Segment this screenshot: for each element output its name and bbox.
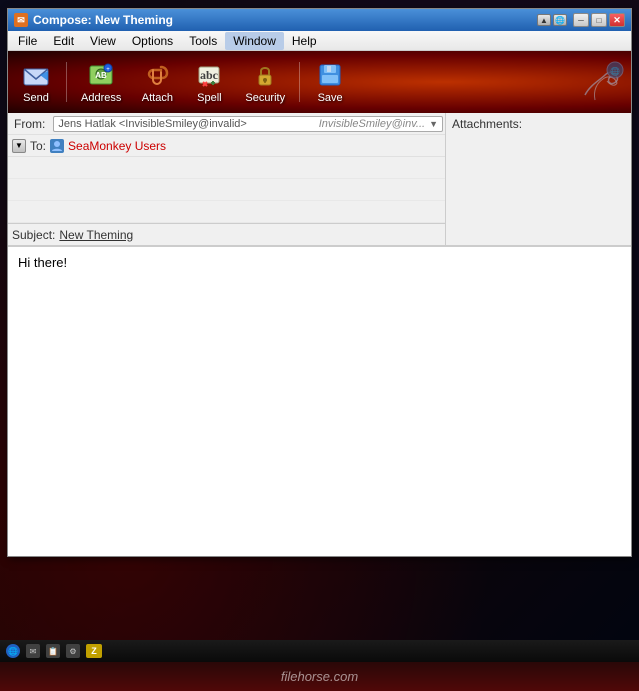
app-icon: ✉ bbox=[14, 13, 28, 27]
to-label: To: bbox=[30, 139, 50, 153]
compose-area: From: Jens Hatlak <InvisibleSmiley@inval… bbox=[8, 113, 631, 556]
svg-text:abc: abc bbox=[200, 68, 219, 82]
status-bar: 🌐 ✉ 📋 ⚙ Z bbox=[0, 640, 639, 662]
subject-row: Subject: New Theming bbox=[8, 223, 445, 245]
save-icon bbox=[316, 61, 344, 89]
close-button[interactable]: ✕ bbox=[609, 13, 625, 27]
recipient-name: SeaMonkey Users bbox=[68, 139, 166, 153]
fields-area: From: Jens Hatlak <InvisibleSmiley@inval… bbox=[8, 113, 446, 245]
globe-btn[interactable]: 🌐 bbox=[553, 14, 567, 26]
spell-button[interactable]: abc Spell bbox=[187, 58, 231, 107]
menu-bar: File Edit View Options Tools Window Help bbox=[8, 31, 631, 51]
to-recipient: SeaMonkey Users bbox=[50, 139, 166, 153]
from-dropdown[interactable]: Jens Hatlak <InvisibleSmiley@invalid> In… bbox=[53, 116, 443, 132]
toolbar-sep-2 bbox=[299, 62, 300, 102]
security-icon bbox=[251, 61, 279, 89]
from-row: From: Jens Hatlak <InvisibleSmiley@inval… bbox=[8, 113, 445, 135]
security-button[interactable]: Security bbox=[239, 58, 291, 107]
save-button[interactable]: Save bbox=[308, 58, 352, 107]
status-network-icon: 🌐 bbox=[6, 644, 20, 658]
send-icon bbox=[22, 61, 50, 89]
subject-label: Subject: bbox=[12, 228, 55, 242]
cc-row bbox=[8, 157, 445, 179]
subject-value[interactable]: New Theming bbox=[59, 228, 133, 242]
attach-label: Attach bbox=[142, 92, 173, 104]
status-docs-icon: 📋 bbox=[46, 644, 60, 658]
recipient-icon bbox=[50, 139, 64, 153]
from-dropdown-arrow: ▼ bbox=[429, 119, 438, 129]
svg-text:AB: AB bbox=[95, 71, 107, 80]
svg-text:+: + bbox=[106, 67, 110, 73]
menu-view[interactable]: View bbox=[82, 32, 124, 50]
spell-label: Spell bbox=[197, 92, 221, 104]
window-controls: ▲ 🌐 ─ □ ✕ bbox=[537, 13, 625, 27]
security-label: Security bbox=[245, 92, 285, 104]
to-expand-button[interactable]: ▼ bbox=[12, 139, 26, 153]
menu-help[interactable]: Help bbox=[284, 32, 325, 50]
from-label: From: bbox=[8, 115, 51, 133]
menu-options[interactable]: Options bbox=[124, 32, 181, 50]
address-icon: AB + bbox=[87, 61, 115, 89]
save-label: Save bbox=[318, 92, 343, 104]
toolbar: Send AB + Address bbox=[8, 51, 631, 113]
menu-file[interactable]: File bbox=[10, 32, 45, 50]
watermark-bar: 🌐 ✉ 📋 ⚙ Z filehorse.com bbox=[0, 661, 639, 691]
menu-tools[interactable]: Tools bbox=[181, 32, 225, 50]
minimize-btn[interactable]: ▲ bbox=[537, 14, 551, 26]
attach-button[interactable]: Attach bbox=[135, 58, 179, 107]
reply-to-row bbox=[8, 201, 445, 223]
address-button[interactable]: AB + Address bbox=[75, 58, 127, 107]
address-label: Address bbox=[81, 92, 121, 104]
toolbar-decoration: 🌐 bbox=[360, 55, 625, 109]
watermark-text: filehorse.com bbox=[281, 669, 358, 684]
spell-icon: abc bbox=[195, 61, 223, 89]
attachments-area: Attachments: bbox=[446, 113, 631, 245]
menu-window[interactable]: Window bbox=[225, 32, 284, 50]
minimize-button[interactable]: ─ bbox=[573, 13, 589, 27]
from-hint: InvisibleSmiley@inv... bbox=[319, 118, 425, 130]
title-bar: ✉ Compose: New Theming ▲ 🌐 ─ □ ✕ bbox=[8, 9, 631, 31]
body-text: Hi there! bbox=[18, 255, 67, 270]
attachments-label: Attachments: bbox=[452, 117, 522, 131]
status-z-icon: Z bbox=[86, 644, 102, 658]
window-title: Compose: New Theming bbox=[33, 13, 173, 27]
send-label: Send bbox=[23, 92, 49, 104]
bcc-row bbox=[8, 179, 445, 201]
header-section: From: Jens Hatlak <InvisibleSmiley@inval… bbox=[8, 113, 631, 246]
to-row: ▼ To: SeaMonkey Users bbox=[8, 135, 445, 157]
toolbar-sep-1 bbox=[66, 62, 67, 102]
from-value: Jens Hatlak <InvisibleSmiley@invalid> bbox=[58, 118, 314, 130]
message-body[interactable]: Hi there! bbox=[8, 246, 631, 556]
status-mail-icon: ✉ bbox=[26, 644, 40, 658]
send-button[interactable]: Send bbox=[14, 58, 58, 107]
menu-edit[interactable]: Edit bbox=[45, 32, 82, 50]
restore-button[interactable]: □ bbox=[591, 13, 607, 27]
svg-text:🌐: 🌐 bbox=[610, 66, 620, 76]
status-gear-icon: ⚙ bbox=[66, 644, 80, 658]
attach-icon bbox=[143, 61, 171, 89]
